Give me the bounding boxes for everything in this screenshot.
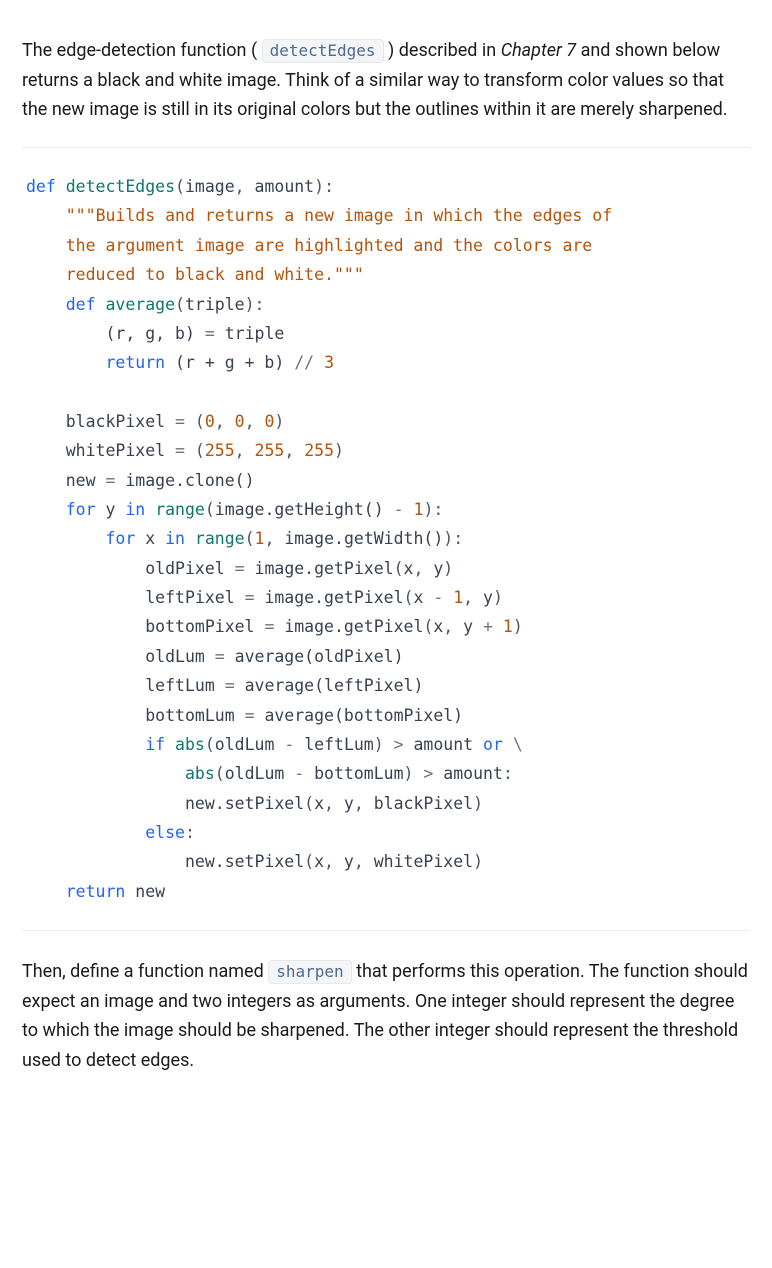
fn-detectEdges: detectEdges: [66, 177, 175, 196]
intro-text-2: ) described in: [384, 40, 501, 61]
page-container: The edge-detection function ( detectEdge…: [0, 0, 772, 1134]
kw-def: def: [26, 177, 56, 196]
intro-italic-chapter: Chapter 7: [501, 40, 576, 61]
code-block: def detectEdges(image, amount): """Build…: [22, 148, 750, 931]
inline-code-sharpen: sharpen: [268, 960, 351, 984]
inline-code-detectEdges: detectEdges: [262, 39, 384, 63]
outro-paragraph: Then, define a function named sharpen th…: [22, 957, 750, 1076]
intro-text-1: The edge-detection function (: [22, 40, 262, 61]
outro-text-1: Then, define a function named: [22, 961, 268, 982]
intro-paragraph: The edge-detection function ( detectEdge…: [22, 36, 750, 125]
fn-average: average: [106, 295, 176, 314]
